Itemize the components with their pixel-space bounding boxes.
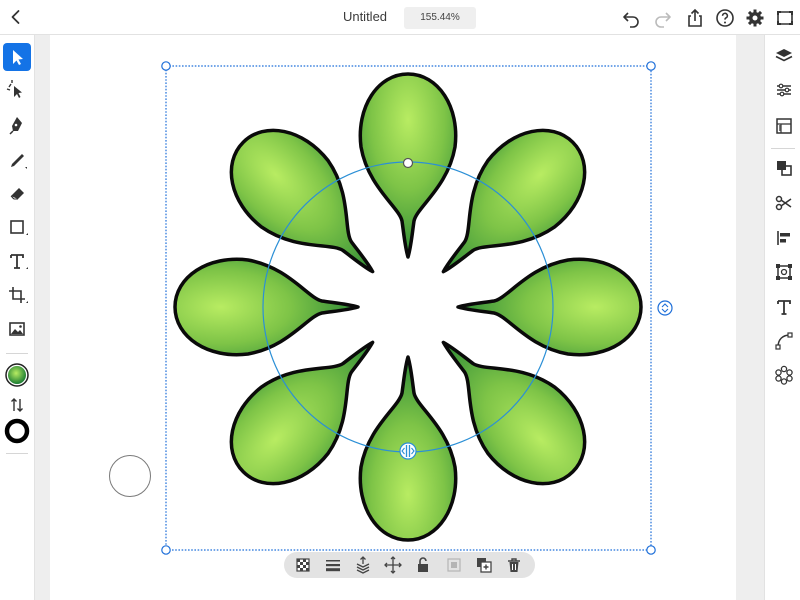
resize-handle[interactable]	[161, 61, 171, 71]
crop-tool-icon[interactable]	[3, 281, 31, 309]
type-tool-icon[interactable]	[3, 247, 31, 275]
canvas-area[interactable]	[35, 35, 764, 600]
radial-repeat-group[interactable]	[173, 72, 643, 542]
touch-shortcut-button[interactable]	[109, 455, 151, 497]
chevron-left-icon[interactable]	[6, 7, 26, 27]
resize-handle[interactable]	[646, 545, 656, 555]
share-icon[interactable]	[684, 7, 706, 29]
repeat-icon[interactable]	[773, 364, 795, 386]
help-icon[interactable]	[714, 7, 736, 29]
document-title[interactable]: Untitled	[330, 9, 400, 24]
layers-icon[interactable]	[773, 45, 795, 67]
duplicate-icon[interactable]	[474, 555, 494, 575]
toolbar-divider	[771, 148, 795, 149]
resize-handle[interactable]	[646, 61, 656, 71]
type-panel-icon[interactable]	[773, 296, 795, 318]
repeat-count-handle[interactable]	[657, 300, 673, 316]
combine-shapes-icon[interactable]	[773, 157, 795, 179]
unlock-icon[interactable]	[413, 555, 433, 575]
artboard[interactable]	[50, 35, 736, 600]
fullscreen-icon[interactable]	[774, 7, 796, 29]
stroke-color-swatch[interactable]	[3, 417, 31, 445]
angle-handle[interactable]	[399, 442, 417, 460]
right-toolbar	[764, 35, 800, 600]
eraser-tool-icon[interactable]	[3, 179, 31, 207]
properties-icon[interactable]	[773, 79, 795, 101]
transform-icon[interactable]	[773, 261, 795, 283]
trash-icon[interactable]	[504, 555, 524, 575]
toolbar-divider	[6, 453, 28, 454]
arrange-icon[interactable]	[353, 555, 373, 575]
fill-color-swatch[interactable]	[3, 361, 31, 389]
settings-icon[interactable]	[744, 7, 766, 29]
contextual-action-bar	[284, 552, 535, 578]
libraries-icon[interactable]	[773, 115, 795, 137]
radius-handle[interactable]	[402, 157, 414, 169]
selection-tool-icon[interactable]	[3, 43, 31, 71]
pen-tool-icon[interactable]	[3, 111, 31, 139]
app-window: Untitled 155.44%	[0, 0, 800, 600]
stroke-weight-icon[interactable]	[323, 555, 343, 575]
zoom-level[interactable]: 155.44%	[404, 7, 476, 29]
toolbar-divider	[6, 353, 28, 354]
left-toolbar	[0, 35, 35, 600]
disabled-icon	[444, 555, 464, 575]
move-icon[interactable]	[383, 555, 403, 575]
top-bar: Untitled 155.44%	[0, 0, 800, 35]
resize-handle[interactable]	[161, 545, 171, 555]
image-tool-icon[interactable]	[3, 315, 31, 343]
scissors-icon[interactable]	[773, 192, 795, 214]
path-icon[interactable]	[773, 330, 795, 352]
direct-selection-tool-icon[interactable]	[3, 77, 31, 105]
swap-colors-icon[interactable]	[3, 391, 31, 419]
rectangle-tool-icon[interactable]	[3, 213, 31, 241]
pencil-tool-icon[interactable]	[3, 145, 31, 173]
undo-icon[interactable]	[620, 7, 642, 29]
artwork-svg[interactable]	[50, 35, 736, 600]
align-icon[interactable]	[773, 227, 795, 249]
opacity-icon[interactable]	[293, 555, 313, 575]
redo-icon[interactable]	[652, 7, 674, 29]
